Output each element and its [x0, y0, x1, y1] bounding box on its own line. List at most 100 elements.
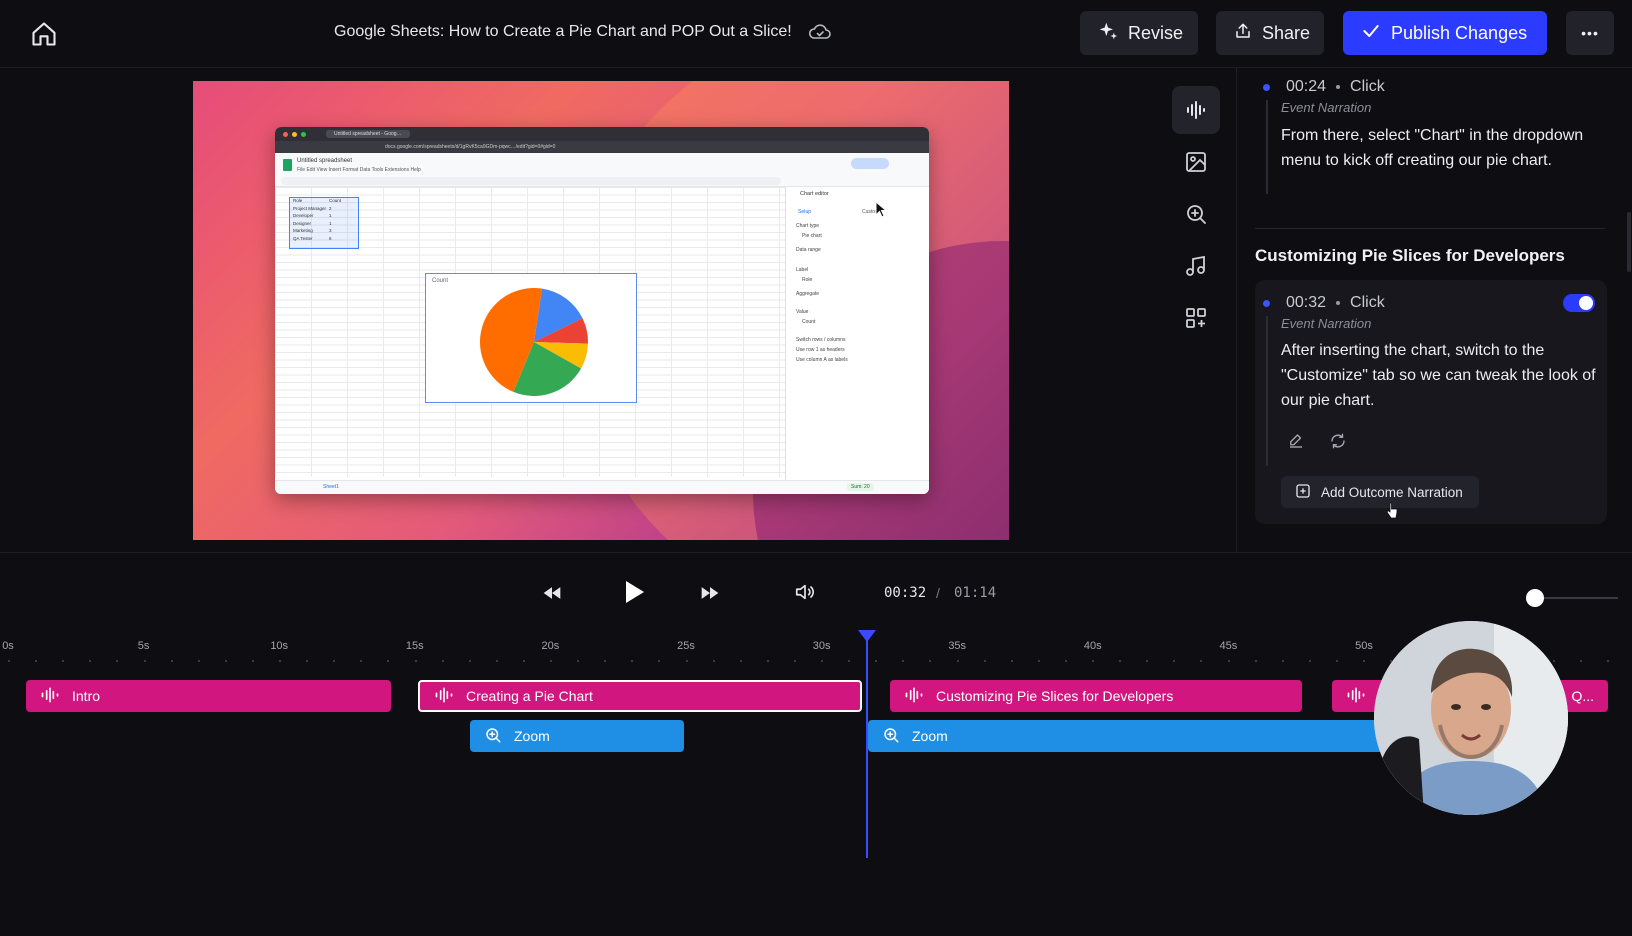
revise-button[interactable]: Revise — [1080, 11, 1198, 55]
zoom-clip[interactable]: Zoom — [868, 720, 1408, 752]
ruler-tick — [468, 660, 471, 662]
chart-editor-text: Count — [802, 319, 816, 325]
section-title[interactable]: Customizing Pie Slices for Developers — [1255, 246, 1565, 266]
volume-icon[interactable] — [794, 581, 816, 608]
event-enable-toggle[interactable] — [1563, 294, 1595, 312]
event-connector — [1266, 100, 1268, 194]
ruler-label: 50s — [1355, 640, 1373, 652]
ruler-tick — [89, 660, 92, 662]
ruler-tick — [956, 660, 959, 662]
ruler-tick — [604, 660, 607, 662]
zoom-in-icon[interactable] — [1172, 190, 1220, 238]
chart-editor-text: Value — [796, 309, 809, 315]
clip-label: Intro — [72, 688, 101, 704]
current-time: 00:32 — [884, 585, 927, 601]
event-dot — [1263, 299, 1270, 307]
hand-cursor-icon — [1386, 502, 1398, 519]
event-card[interactable]: 00:32 Click Event Narration After insert… — [1255, 280, 1607, 524]
publish-changes-button[interactable]: Publish Changes — [1343, 11, 1547, 55]
ruler-tick — [1037, 660, 1040, 662]
ruler-tick — [793, 660, 796, 662]
clip-label: Customizing Pie Slices for Developers — [936, 688, 1174, 704]
add-outcome-narration-button[interactable]: Add Outcome Narration — [1281, 476, 1479, 508]
timeline-zoom-slider[interactable] — [1534, 597, 1618, 599]
waveform-icon[interactable] — [1172, 86, 1220, 134]
ruler-label: 5s — [137, 640, 150, 652]
spreadsheet-window: Untitled spreadsheet - Goog… docs.google… — [275, 127, 929, 494]
event-dot — [1263, 83, 1270, 91]
ruler-tick — [333, 660, 336, 662]
narration-clip-creating-pie-chart[interactable]: Creating a Pie Chart — [418, 680, 862, 712]
section-divider — [1255, 228, 1605, 229]
sheet-cell: Project Manager — [293, 205, 327, 211]
regenerate-icon[interactable] — [1329, 432, 1349, 452]
event-narration-label: Event Narration — [1281, 100, 1372, 115]
ruler-tick — [360, 660, 363, 662]
waveform-icon — [40, 687, 60, 706]
ruler-tick — [1227, 660, 1230, 662]
chart-editor-text: Label — [796, 267, 809, 273]
ruler-tick — [1363, 660, 1365, 662]
waveform-icon — [434, 687, 454, 706]
playhead-line[interactable] — [866, 640, 868, 858]
upload-icon — [1234, 22, 1252, 45]
ruler-tick — [279, 660, 281, 662]
fast-forward-icon[interactable] — [700, 583, 720, 608]
webcam-overlay[interactable] — [1374, 621, 1568, 815]
panel-scrollbar[interactable] — [1627, 212, 1631, 272]
chart-editor-text: Data range — [796, 247, 821, 253]
ruler-tick — [495, 660, 498, 662]
chart-editor-panel: Chart editor Setup Custom Chart type Pie … — [785, 187, 929, 487]
ruler-label: 30s — [812, 640, 831, 652]
share-button[interactable]: Share — [1216, 11, 1324, 55]
ruler-tick — [821, 660, 823, 662]
chart-editor-tab-setup: Setup — [798, 209, 812, 215]
playhead-handle[interactable] — [858, 630, 876, 642]
timeline-zoom-knob[interactable] — [1526, 589, 1544, 607]
ruler-tick — [685, 660, 688, 662]
rewind-icon[interactable] — [542, 583, 562, 608]
edit-icon[interactable] — [1287, 432, 1307, 452]
sheet-cell: Count — [329, 198, 342, 203]
ruler-tick — [902, 660, 905, 662]
add-widget-icon[interactable] — [1172, 294, 1220, 342]
ruler-label: 35s — [948, 640, 967, 652]
sheet-footer: Sheet1 Sum: 20 — [275, 480, 929, 494]
ruler-tick — [577, 660, 580, 662]
video-preview[interactable]: Untitled spreadsheet - Goog… docs.google… — [193, 81, 1009, 540]
ruler-tick — [1010, 660, 1013, 662]
pie-chart-card: Count — [425, 273, 637, 403]
image-icon[interactable] — [1172, 138, 1220, 186]
narration-clip-customizing-pie-slices[interactable]: Customizing Pie Slices for Developers — [890, 680, 1302, 712]
sheet-cell: 3 — [329, 228, 332, 233]
sheet-cell: QA Tester — [293, 235, 313, 241]
play-icon[interactable] — [622, 579, 646, 610]
ruler-tick — [522, 660, 525, 662]
music-icon[interactable] — [1172, 242, 1220, 290]
separator-dot — [1336, 301, 1341, 305]
ruler-label: 25s — [677, 640, 695, 652]
timeline-ruler[interactable]: 0s5s10s15s20s25s30s35s40s45s50s01:0 — [0, 632, 1632, 672]
url-text: docs.google.com/spreadsheets/d/1gRvK5ca9… — [385, 144, 556, 150]
transport-controls: 00:32 / 01:14 — [0, 552, 1632, 632]
more-options-button[interactable]: ••• — [1566, 11, 1614, 55]
sheets-logo-icon — [283, 159, 292, 171]
ruler-label: 40s — [1083, 640, 1102, 652]
ruler-tick — [170, 660, 173, 662]
event-narration-text[interactable]: After inserting the chart, switch to the… — [1281, 338, 1597, 413]
sparkle-icon — [1098, 21, 1118, 46]
ruler-label: 45s — [1219, 640, 1238, 652]
sheet-cell: 1 — [329, 213, 332, 218]
home-icon[interactable] — [30, 20, 60, 50]
ruler-tick — [224, 660, 227, 662]
sheets-menu: File Edit View Insert Format Data Tools … — [297, 167, 421, 173]
project-title[interactable]: Google Sheets: How to Create a Pie Chart… — [334, 23, 792, 41]
zoom-clip[interactable]: Zoom — [470, 720, 684, 752]
narration-clip-intro[interactable]: Intro — [26, 680, 391, 712]
event-time: 00:24 — [1286, 78, 1327, 95]
sheet-cell: 1 — [329, 220, 332, 226]
event-header: 00:24 Click — [1263, 78, 1385, 96]
event-narration-text[interactable]: From there, select "Chart" in the dropdo… — [1281, 123, 1599, 173]
ruler-tick — [631, 660, 634, 662]
pie-chart-svg — [480, 288, 588, 396]
